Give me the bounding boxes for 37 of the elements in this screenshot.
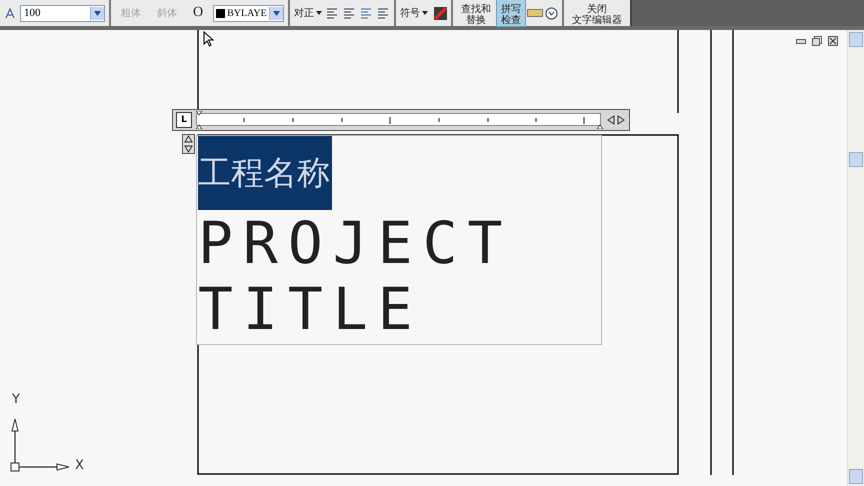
- text-editor-box[interactable]: 工程名称 PROJECT TITLE: [196, 135, 602, 345]
- x-axis-label: X: [75, 458, 84, 473]
- paragraph-icon[interactable]: [324, 7, 339, 19]
- mtext-line: TITLE: [198, 276, 424, 342]
- close-icon[interactable]: [828, 36, 838, 46]
- paragraph-icon[interactable]: [358, 7, 373, 19]
- paragraph-icon[interactable]: [376, 7, 390, 19]
- dropdown-circle-icon[interactable]: [544, 6, 558, 20]
- caret-icon: [422, 11, 428, 15]
- justify-dropdown[interactable]: 对正: [294, 6, 314, 20]
- font-style-button[interactable]: O: [187, 5, 210, 21]
- mtext-line: PROJECT: [198, 210, 514, 276]
- cursor-arrow-icon: [203, 31, 214, 47]
- ruler-arrows-icon[interactable]: [607, 115, 625, 125]
- text-ruler[interactable]: L: [172, 109, 630, 131]
- caret-icon: [94, 10, 101, 16]
- tab-type-button[interactable]: L: [176, 112, 192, 128]
- field-color-icon[interactable]: [434, 6, 447, 20]
- symbol-dropdown[interactable]: 符号: [400, 6, 420, 20]
- text-height-icon[interactable]: [4, 7, 16, 19]
- dropdown-button[interactable]: [90, 6, 104, 20]
- caret-icon: [316, 11, 322, 15]
- spell-check-button[interactable]: 拼写 检查: [496, 0, 525, 26]
- line-spacing-icon[interactable]: [182, 134, 195, 154]
- dropdown-button[interactable]: [268, 6, 283, 20]
- text-height-field[interactable]: 100: [20, 4, 105, 22]
- color-dropdown[interactable]: BYLAYE: [213, 4, 284, 22]
- selected-text: 工程名称: [198, 136, 332, 210]
- close-editor-button[interactable]: 关闭 文字编辑器: [568, 0, 626, 26]
- find-replace-button[interactable]: 查找和 替换: [456, 0, 495, 26]
- y-axis-label: Y: [12, 392, 20, 407]
- minimize-icon[interactable]: [796, 39, 806, 45]
- paragraph-icon[interactable]: [342, 7, 356, 19]
- restore-icon[interactable]: [812, 36, 822, 46]
- scroll-thumb[interactable]: [849, 152, 863, 167]
- caret-icon: [272, 10, 280, 16]
- scrollbar[interactable]: [847, 30, 864, 486]
